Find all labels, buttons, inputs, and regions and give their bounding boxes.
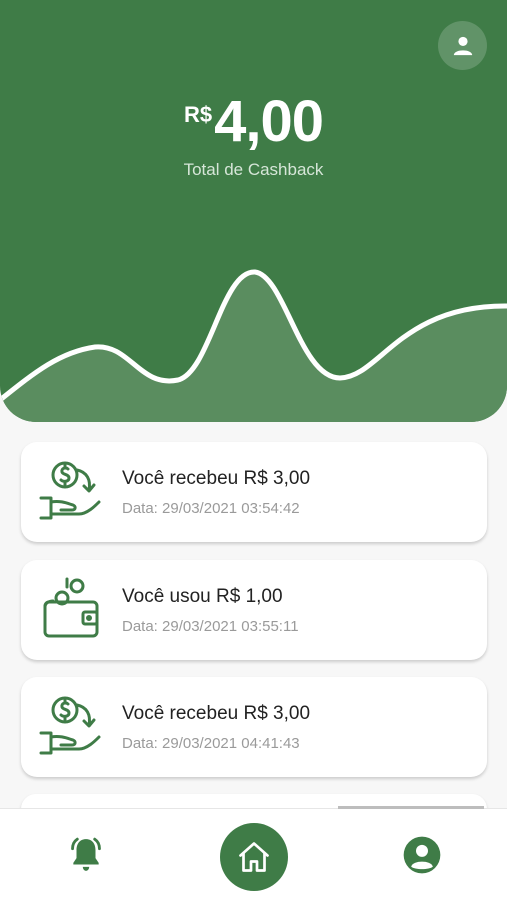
cashback-received-icon <box>39 461 101 520</box>
transaction-title: Você usou R$ 1,00 <box>122 586 283 607</box>
account-icon <box>403 836 441 874</box>
transaction-card[interactable]: Você recebeu R$ 3,00 Data: 29/03/2021 04… <box>21 677 487 777</box>
notifications-button[interactable] <box>54 809 118 901</box>
transaction-card[interactable]: Você usou R$ 1,00 Data: 29/03/2021 03:55… <box>21 560 487 660</box>
account-button[interactable] <box>390 809 454 901</box>
total-cashback-label: Total de Cashback <box>183 160 324 179</box>
cashback-received-icon <box>39 696 101 755</box>
wave-graphic <box>0 269 507 422</box>
transaction-title: Você recebeu R$ 3,00 <box>122 468 311 489</box>
transaction-date: Data: 29/03/2021 04:41:43 <box>122 735 300 752</box>
header-panel: R$4,00 Total de Cashback <box>0 0 507 422</box>
scroll-indicator <box>338 806 484 809</box>
transaction-date: Data: 29/03/2021 03:55:11 <box>122 618 299 635</box>
transaction-date: Data: 29/03/2021 03:54:42 <box>122 500 300 517</box>
currency-symbol: R$ <box>183 102 213 127</box>
transaction-title: Você recebeu R$ 3,00 <box>122 703 311 724</box>
bell-icon <box>71 837 101 871</box>
profile-button[interactable] <box>438 21 487 70</box>
user-icon <box>453 36 472 55</box>
transaction-card[interactable]: Você recebeu R$ 3,00 Data: 29/03/2021 03… <box>21 442 487 542</box>
home-icon <box>239 842 269 872</box>
wallet-coins-icon <box>43 577 99 638</box>
cashback-balance: R$4,00 <box>0 88 507 155</box>
home-button[interactable] <box>220 823 288 891</box>
balance-amount: 4,00 <box>214 89 324 154</box>
